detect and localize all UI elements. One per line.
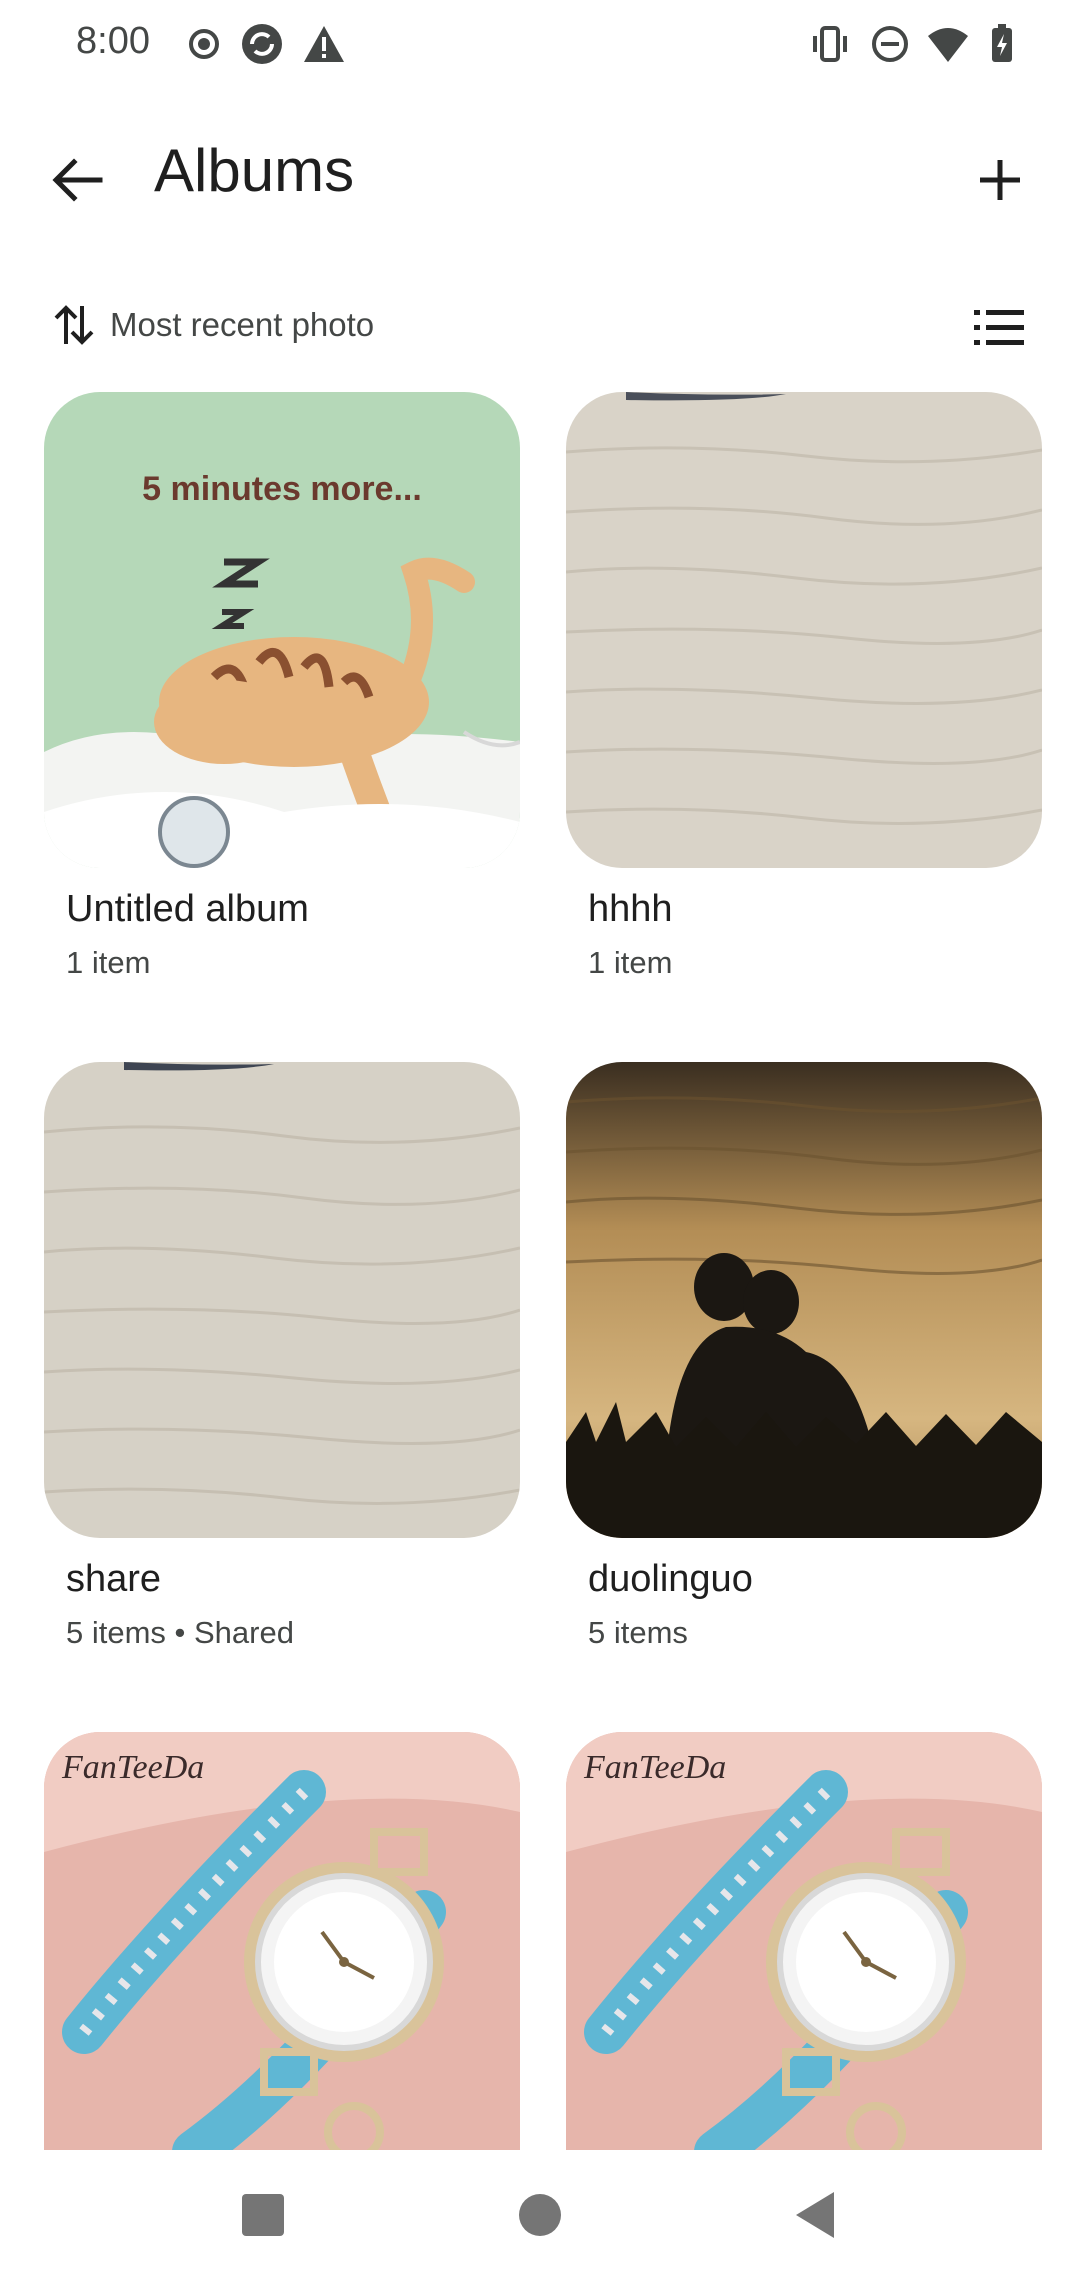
album-card[interactable]: duolinguo 5 items <box>566 1062 1042 1651</box>
wifi-icon <box>928 28 968 62</box>
album-meta: 1 item <box>588 945 673 980</box>
sleeping-cat-image: 5 minutes more... <box>44 392 520 868</box>
back-triangle-icon[interactable] <box>782 2180 852 2250</box>
wood-texture-image <box>566 392 1042 868</box>
recents-square-icon[interactable] <box>228 2180 298 2250</box>
sort-label: Most recent photo <box>110 306 375 343</box>
album-thumbnail[interactable]: FanTeeDa <box>566 1732 1042 2158</box>
album-thumbnail[interactable]: 5 minutes more... <box>44 392 520 868</box>
home-circle-icon[interactable] <box>505 2180 575 2250</box>
list-view-icon[interactable] <box>970 298 1028 356</box>
album-thumbnail[interactable] <box>566 392 1042 868</box>
album-name: hhhh <box>588 888 673 930</box>
swap-vertical-icon <box>54 305 94 345</box>
album-thumbnail[interactable] <box>566 1062 1042 1538</box>
wood-texture-image <box>44 1062 520 1538</box>
thumb-caption: 5 minutes more... <box>142 470 422 508</box>
album-thumbnail[interactable]: FanTeeDa <box>44 1732 520 2158</box>
status-time: 8:00 <box>76 20 150 62</box>
status-bar: 8:00 <box>0 0 1080 90</box>
album-card[interactable]: 5 minutes more... Untitled album 1 item <box>44 392 520 981</box>
watch-bracelet-image: FanTeeDa <box>566 1732 1042 2158</box>
thumb-caption: FanTeeDa <box>61 1749 204 1786</box>
thumb-caption: FanTeeDa <box>583 1749 726 1786</box>
record-icon <box>189 29 219 59</box>
page-title: Albums <box>154 137 355 204</box>
album-name: duolinguo <box>588 1558 753 1600</box>
sunset-couple-image <box>566 1062 1042 1538</box>
album-meta: 1 item <box>66 945 151 980</box>
vibrate-icon <box>813 26 847 62</box>
arrow-back-icon[interactable] <box>38 140 118 220</box>
watch-bracelet-image: FanTeeDa <box>44 1732 520 2158</box>
sort-button[interactable]: Most recent photo <box>52 290 374 360</box>
do-not-disturb-icon <box>872 26 908 62</box>
album-card[interactable]: hhhh 1 item <box>566 392 1042 981</box>
warning-icon <box>304 26 344 62</box>
album-card[interactable]: share 5 items • Shared <box>44 1062 520 1651</box>
album-meta: 5 items • Shared <box>66 1615 294 1650</box>
album-card[interactable]: FanTeeDa <box>44 1732 520 2158</box>
album-thumbnail[interactable] <box>44 1062 520 1538</box>
sort-row: Most recent photo <box>0 290 1080 360</box>
album-name: share <box>66 1558 162 1600</box>
album-card[interactable]: FanTeeDa <box>566 1732 1042 2158</box>
app-bar: Albums <box>0 110 1080 230</box>
battery-charging-icon <box>992 24 1012 62</box>
sync-icon <box>242 24 282 64</box>
album-name: Untitled album <box>66 888 309 930</box>
plus-icon[interactable] <box>960 140 1040 220</box>
navigation-bar <box>0 2150 1080 2280</box>
album-meta: 5 items <box>588 1615 688 1650</box>
